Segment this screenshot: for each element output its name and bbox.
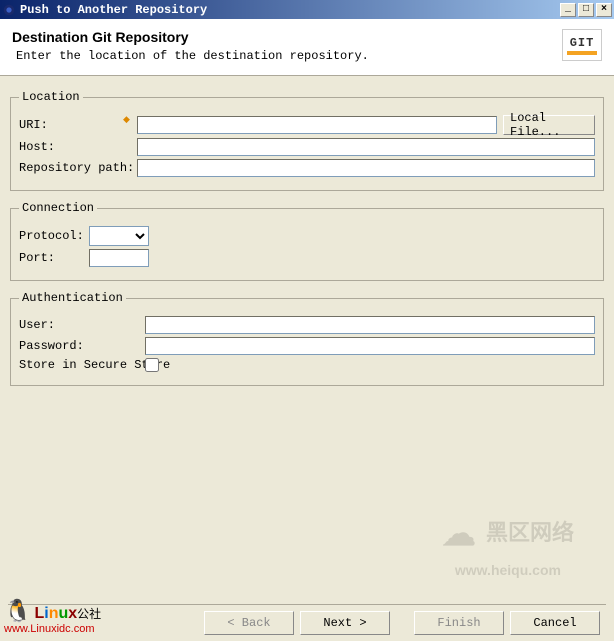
repository-path-input[interactable] xyxy=(137,159,595,177)
window-title: Push to Another Repository xyxy=(20,3,560,17)
protocol-label: Protocol: xyxy=(19,229,89,243)
user-input[interactable] xyxy=(145,316,595,334)
host-label: Host: xyxy=(19,140,137,154)
authentication-group: Authentication User: Password: Store in … xyxy=(10,291,604,386)
penguin-icon: 🐧 xyxy=(4,598,31,623)
wizard-header: Destination Git Repository Enter the loc… xyxy=(0,19,614,76)
location-legend: Location xyxy=(19,90,83,104)
protocol-select[interactable] xyxy=(89,226,149,246)
local-file-button[interactable]: Local File... xyxy=(503,115,595,135)
watermark-heiqu: ☁ 黑区网络 www.heiqu.com xyxy=(442,514,574,581)
maximize-button[interactable]: □ xyxy=(578,3,594,17)
finish-button[interactable]: Finish xyxy=(414,611,504,635)
host-input[interactable] xyxy=(137,138,595,156)
git-logo-icon: GIT xyxy=(562,29,602,61)
authentication-legend: Authentication xyxy=(19,291,126,305)
uri-label: URI: xyxy=(19,118,137,132)
connection-legend: Connection xyxy=(19,201,97,215)
next-button[interactable]: Next > xyxy=(300,611,390,635)
user-label: User: xyxy=(19,318,145,332)
back-button[interactable]: < Back xyxy=(204,611,294,635)
port-input[interactable] xyxy=(89,249,149,267)
repository-path-label: Repository path: xyxy=(19,161,137,175)
page-title: Destination Git Repository xyxy=(12,29,562,45)
page-subtitle: Enter the location of the destination re… xyxy=(12,49,562,63)
mushroom-icon: ☁ xyxy=(442,514,476,555)
password-input[interactable] xyxy=(145,337,595,355)
watermark-linuxidc: 🐧 Linux公社 www.Linuxidc.com xyxy=(4,599,101,635)
wizard-content: Location URI: ◆ Local File... Host: Repo… xyxy=(0,76,614,386)
cancel-button[interactable]: Cancel xyxy=(510,611,600,635)
window-titlebar: Push to Another Repository _ □ × xyxy=(0,0,614,19)
field-decoration-icon: ◆ xyxy=(123,114,130,125)
uri-input[interactable] xyxy=(137,116,497,134)
store-secure-label: Store in Secure Store xyxy=(19,358,145,372)
connection-group: Connection Protocol: Port: xyxy=(10,201,604,281)
minimize-button[interactable]: _ xyxy=(560,3,576,17)
port-label: Port: xyxy=(19,251,89,265)
password-label: Password: xyxy=(19,339,145,353)
app-icon xyxy=(2,3,16,17)
close-button[interactable]: × xyxy=(596,3,612,17)
store-secure-checkbox[interactable] xyxy=(145,358,159,372)
location-group: Location URI: ◆ Local File... Host: Repo… xyxy=(10,90,604,191)
